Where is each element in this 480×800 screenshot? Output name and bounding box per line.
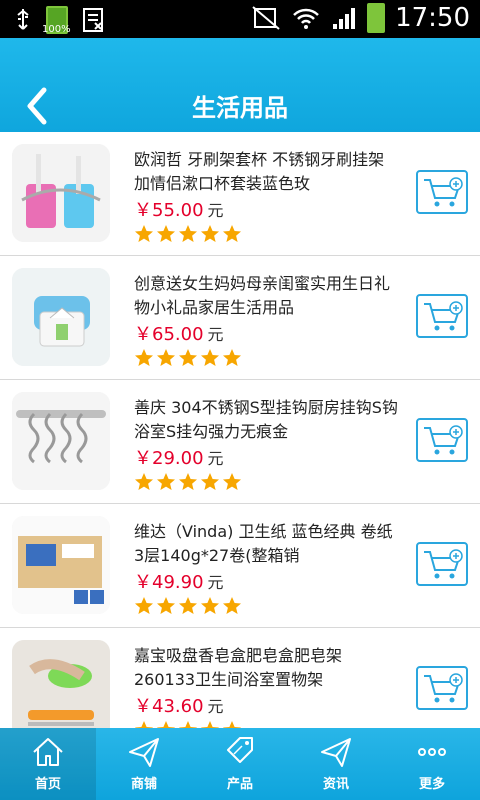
signal-icon [333, 8, 356, 29]
product-image[interactable] [12, 516, 110, 614]
tab-shops[interactable]: 商铺 [96, 728, 192, 800]
product-price: ￥29.00 元 [134, 444, 224, 470]
star-icon [223, 473, 241, 490]
bottom-tab-bar: 首页 商铺 产品 资讯 更多 [0, 728, 480, 800]
star-icon [157, 473, 175, 490]
add-to-cart-icon [424, 549, 463, 579]
rating-stars [134, 472, 242, 492]
product-price: ￥55.00 元 [134, 196, 224, 222]
price-value: ￥43.60 [134, 696, 204, 717]
star-icon [157, 349, 175, 366]
rating-stars [134, 348, 242, 368]
usb-icon [17, 9, 29, 30]
product-name[interactable]: 嘉宝吸盘香皂盒肥皂盒肥皂架260133卫生间浴室置物架 [134, 644, 398, 692]
price-unit: 元 [207, 697, 224, 716]
product-image[interactable] [12, 268, 110, 366]
star-icon [135, 349, 153, 366]
star-icon [223, 597, 241, 614]
rating-stars [134, 720, 242, 728]
star-icon [201, 349, 219, 366]
no-sim-icon [252, 6, 280, 30]
sale-tag-icon [227, 737, 253, 763]
add-to-cart-icon [424, 673, 463, 703]
star-icon [157, 721, 175, 728]
product-list[interactable]: 欧润哲 牙刷架套杯 不锈钢牙刷挂架加情侣漱口杯套装蓝色玫 ￥55.00 元 创意送… [0, 132, 480, 728]
star-icon [223, 349, 241, 366]
star-icon [201, 721, 219, 728]
rating-stars [134, 596, 242, 616]
star-icon [179, 473, 197, 490]
add-to-cart-button[interactable] [416, 294, 468, 338]
star-icon [223, 225, 241, 242]
star-icon [179, 349, 197, 366]
status-time: 17:50 [395, 3, 470, 33]
price-value: ￥65.00 [134, 324, 204, 345]
home-icon [33, 738, 63, 766]
add-to-cart-icon [424, 177, 463, 207]
star-icon [157, 225, 175, 242]
page-title: 生活用品 [192, 94, 288, 122]
tab-label: 资讯 [322, 777, 349, 792]
star-icon [157, 597, 175, 614]
battery-small-label: 100% [42, 24, 71, 35]
product-image[interactable] [12, 144, 110, 242]
more-icon [418, 748, 446, 756]
product-price: ￥49.90 元 [134, 568, 224, 594]
product-name[interactable]: 善庆 304不锈钢S型挂钩厨房挂钩S钩浴室S挂勾强力无痕金 [134, 396, 398, 444]
status-bar: 100% 17:50 [0, 0, 480, 38]
star-icon [179, 225, 197, 242]
price-unit: 元 [207, 573, 224, 592]
product-price: ￥65.00 元 [134, 320, 224, 346]
tab-products[interactable]: 产品 [192, 728, 288, 800]
star-icon [179, 721, 197, 728]
add-to-cart-button[interactable] [416, 542, 468, 586]
star-icon [135, 597, 153, 614]
tab-label: 产品 [226, 777, 253, 792]
wifi-icon [293, 8, 319, 29]
star-icon [201, 473, 219, 490]
star-icon [135, 721, 153, 728]
product-item[interactable]: 善庆 304不锈钢S型挂钩厨房挂钩S钩浴室S挂勾强力无痕金 ￥29.00 元 [0, 380, 480, 504]
product-name[interactable]: 欧润哲 牙刷架套杯 不锈钢牙刷挂架加情侣漱口杯套装蓝色玫 [134, 148, 398, 196]
sd-card-icon [83, 8, 103, 32]
product-price: ￥43.60 元 [134, 692, 224, 718]
price-unit: 元 [207, 449, 224, 468]
star-icon [223, 721, 241, 728]
star-icon [179, 597, 197, 614]
tab-news[interactable]: 资讯 [288, 728, 384, 800]
product-item[interactable]: 欧润哲 牙刷架套杯 不锈钢牙刷挂架加情侣漱口杯套装蓝色玫 ￥55.00 元 [0, 132, 480, 256]
price-unit: 元 [207, 325, 224, 344]
product-name[interactable]: 维达（Vinda) 卫生纸 蓝色经典 卷纸3层140g*27卷(整箱销 [134, 520, 398, 568]
battery-icon [367, 3, 386, 33]
star-icon [201, 597, 219, 614]
add-to-cart-icon [424, 301, 463, 331]
add-to-cart-button[interactable] [416, 418, 468, 462]
product-image[interactable] [12, 392, 110, 490]
send-icon [129, 738, 159, 767]
tab-more[interactable]: 更多 [384, 728, 480, 800]
star-icon [135, 225, 153, 242]
price-value: ￥29.00 [134, 448, 204, 469]
add-to-cart-icon [424, 425, 463, 455]
price-value: ￥55.00 [134, 200, 204, 221]
tab-label: 商铺 [130, 777, 157, 792]
price-unit: 元 [207, 201, 224, 220]
tab-label: 首页 [34, 777, 61, 792]
rating-stars [134, 224, 242, 244]
battery-small-icon: 100% [42, 6, 71, 35]
tab-label: 更多 [418, 777, 445, 792]
header: 生活用品 [0, 38, 480, 132]
price-value: ￥49.90 [134, 572, 204, 593]
star-icon [201, 225, 219, 242]
product-item[interactable]: 维达（Vinda) 卫生纸 蓝色经典 卷纸3层140g*27卷(整箱销 ￥49.… [0, 504, 480, 628]
product-image[interactable] [12, 640, 110, 728]
star-icon [135, 473, 153, 490]
add-to-cart-button[interactable] [416, 170, 468, 214]
product-name[interactable]: 创意送女生妈妈母亲闺蜜实用生日礼物小礼品家居生活用品 [134, 272, 398, 320]
product-item[interactable]: 创意送女生妈妈母亲闺蜜实用生日礼物小礼品家居生活用品 ￥65.00 元 [0, 256, 480, 380]
product-item[interactable]: 嘉宝吸盘香皂盒肥皂盒肥皂架260133卫生间浴室置物架 ￥43.60 元 [0, 628, 480, 728]
send-icon [321, 738, 351, 767]
add-to-cart-button[interactable] [416, 666, 468, 710]
tab-home[interactable]: 首页 [0, 728, 96, 800]
